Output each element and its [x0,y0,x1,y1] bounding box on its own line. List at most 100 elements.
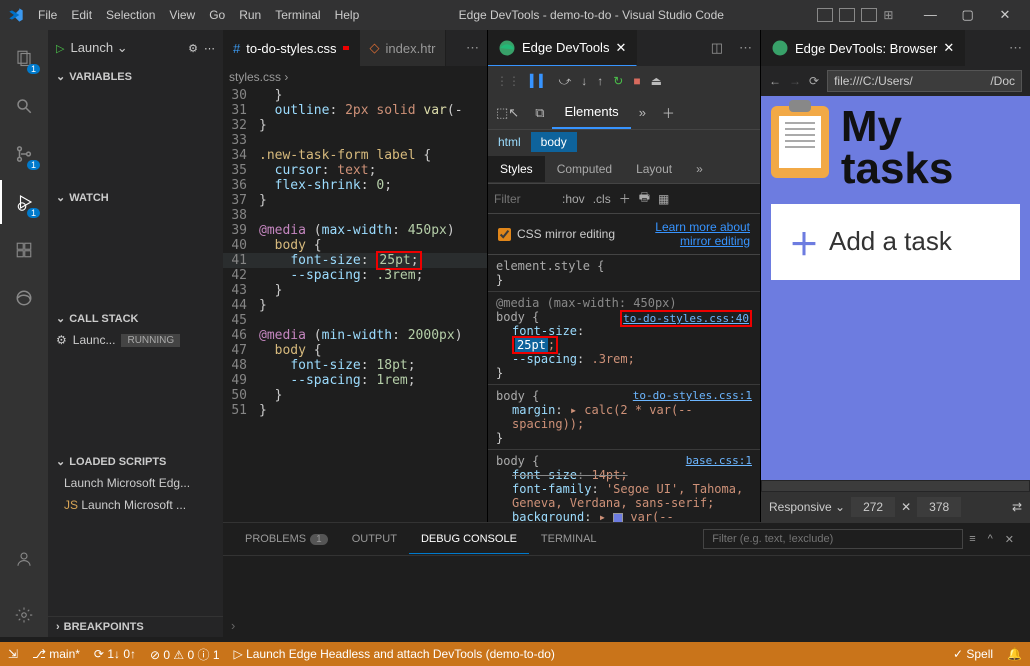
horizontal-scrollbar[interactable] [762,481,1029,491]
restart-icon[interactable]: ↻ [613,74,623,88]
maximize-panel-icon[interactable]: ^ [982,533,999,545]
more-icon[interactable]: ⋯ [1001,40,1030,56]
section-breakpoints[interactable]: › BREAKPOINTS [48,616,223,637]
activity-source-control[interactable]: 1 [0,132,48,176]
activity-extensions[interactable] [0,228,48,272]
mirror-checkbox[interactable] [498,228,511,241]
layout-icon-1[interactable] [817,8,833,22]
layout-icon-4[interactable]: ⊞ [883,8,899,22]
step-over-icon[interactable]: ⤻ [558,74,571,89]
layout-icon-2[interactable] [839,8,855,22]
notifications-icon[interactable]: 🔔 [1007,647,1022,661]
tab-problems[interactable]: PROBLEMS1 [233,525,340,553]
spell-indicator[interactable]: ✓ Spell [953,647,993,661]
code-line[interactable]: 43 } [223,283,487,298]
code-line[interactable]: 46@media (min-width: 2000px) [223,328,487,343]
cls-toggle[interactable]: .cls [593,192,611,206]
code-line[interactable]: 41 font-size: 25pt; [223,253,487,268]
activity-explorer[interactable]: 1 [0,36,48,80]
tab-styles[interactable]: Styles [488,156,545,182]
code-line[interactable]: 42 --spacing: .3rem; [223,268,487,283]
inspect-element-icon[interactable]: ⬚↖ [488,105,527,121]
breadcrumb[interactable]: styles.css › [223,66,487,88]
editor-layout-icons[interactable]: ⊞ [817,8,899,22]
activity-run-debug[interactable]: 1 [0,180,48,224]
loaded-script-item[interactable]: Launch Microsoft Edg... [48,472,223,494]
styles-filter-input[interactable] [494,192,554,206]
new-rule-icon[interactable]: ＋ [619,190,631,207]
code-line[interactable]: 31 outline: 2px solid var(- [223,103,487,118]
remote-icon[interactable]: ⇲ [8,647,18,661]
more-icon[interactable]: ⋯ [731,40,760,56]
code-line[interactable]: 35 cursor: text; [223,163,487,178]
activity-edge[interactable] [0,276,48,320]
refresh-icon[interactable]: ⟳ [809,74,819,88]
gear-icon[interactable]: ⚙ [188,42,198,55]
section-variables[interactable]: ⌄ VARIABLES [48,66,223,87]
activity-search[interactable] [0,84,48,128]
tab-browser-preview[interactable]: Edge DevTools: Browser ✕ [761,30,965,66]
tab-elements[interactable]: Elements [552,96,630,129]
add-tab-icon[interactable]: ＋ [654,103,683,122]
code-line[interactable]: 50 } [223,388,487,403]
code-line[interactable]: 38 [223,208,487,223]
menu-view[interactable]: View [163,4,201,26]
tab-layout[interactable]: Layout [624,156,684,182]
mirror-learn-link[interactable]: Learn more about mirror editing [640,220,750,248]
menu-terminal[interactable]: Terminal [269,4,326,26]
code-editor[interactable]: 30 }31 outline: 2px solid var(-32}3334.n… [223,88,487,522]
diagnostics[interactable]: ⊘ 0 ⚠ 0 ⓘ 1 [150,646,220,663]
code-line[interactable]: 33 [223,133,487,148]
code-line[interactable]: 37} [223,193,487,208]
callstack-item[interactable]: ⚙ Launc... RUNNING [48,329,223,351]
start-debug-icon[interactable]: ▷ [56,42,64,55]
branch-indicator[interactable]: ⎇ main* [32,647,80,661]
code-line[interactable]: 30 } [223,88,487,103]
code-line[interactable]: 51} [223,403,487,418]
responsive-dropdown[interactable]: Responsive ⌄ [769,500,845,514]
code-line[interactable]: 49 --spacing: 1rem; [223,373,487,388]
tab-output[interactable]: OUTPUT [340,525,409,553]
tab-terminal[interactable]: TERMINAL [529,525,609,553]
split-editor-icon[interactable]: ◫ [703,40,731,56]
code-line[interactable]: 47 body { [223,343,487,358]
close-icon[interactable]: ✕ [615,40,626,56]
settings-icon[interactable]: ≡ [963,533,981,545]
print-icon[interactable]: 🖶 [639,188,650,209]
step-into-icon[interactable]: ↓ [581,74,587,88]
styles-pane[interactable]: element.style {}@media (max-width: 450px… [488,255,760,522]
code-line[interactable]: 44} [223,298,487,313]
forward-icon[interactable]: → [789,74,801,88]
expand-tabs-icon[interactable]: » [631,105,654,120]
activity-account[interactable] [0,537,48,581]
close-panel-icon[interactable]: ✕ [999,533,1020,546]
dompath-html[interactable]: html [488,132,531,152]
console-filter-input[interactable] [703,529,963,549]
dompath-body[interactable]: body [531,132,577,152]
menu-edit[interactable]: Edit [65,4,98,26]
back-icon[interactable]: ← [769,74,781,88]
code-line[interactable]: 36 flex-shrink: 0; [223,178,487,193]
close-icon[interactable]: ✕ [943,40,954,56]
code-line[interactable]: 34.new-task-form label { [223,148,487,163]
menu-selection[interactable]: Selection [100,4,161,26]
close-button[interactable]: ✕ [988,7,1022,23]
url-input[interactable]: file:///C:/Users//Doc [827,70,1022,92]
menu-run[interactable]: Run [233,4,267,26]
code-line[interactable]: 39@media (max-width: 450px) [223,223,487,238]
menu-file[interactable]: File [32,4,63,26]
pause-icon[interactable]: ▍▍ [530,74,548,88]
code-line[interactable]: 40 body { [223,238,487,253]
maximize-button[interactable]: ▢ [951,7,985,23]
menu-go[interactable]: Go [203,4,231,26]
prompt-icon[interactable]: › [231,618,235,633]
width-input[interactable] [851,497,895,517]
tab-html-file[interactable]: ◇ index.htr [360,30,447,66]
tab-computed[interactable]: Computed [545,156,624,182]
section-callstack[interactable]: ⌄ CALL STACK [48,308,223,329]
tab-overflow-icon[interactable]: ⋯ [458,40,487,56]
device-toggle-icon[interactable]: ⧉ [527,105,552,121]
step-out-icon[interactable]: ↑ [597,74,603,88]
activity-settings[interactable] [0,593,48,637]
more-icon[interactable]: ⋯ [204,42,215,55]
